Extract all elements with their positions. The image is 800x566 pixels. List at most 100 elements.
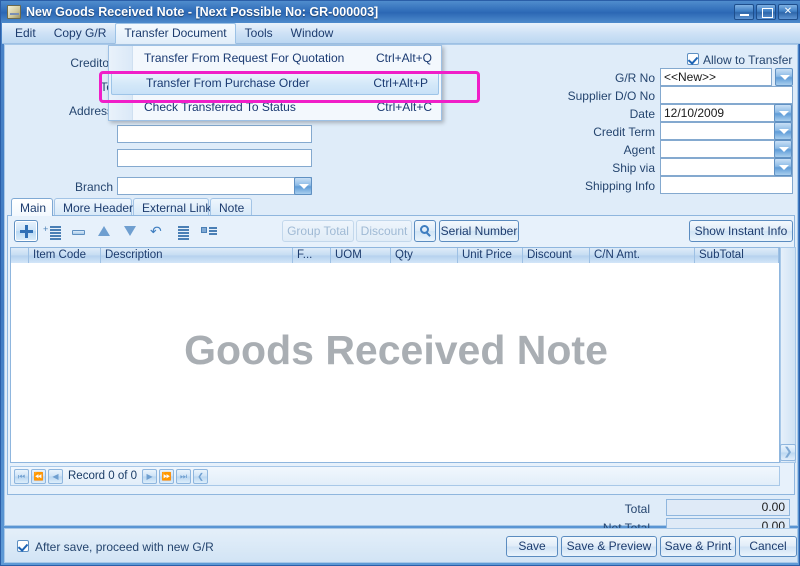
- minimize-button[interactable]: [734, 4, 754, 20]
- menu-item-transfer-document[interactable]: Transfer Document: [115, 22, 236, 44]
- label-to: To: [100, 80, 113, 94]
- menu-item-edit[interactable]: Edit: [6, 23, 45, 43]
- grid-body[interactable]: Goods Received Note: [10, 263, 780, 463]
- insert-row-button[interactable]: +: [40, 220, 64, 242]
- menu-item-tools[interactable]: Tools: [236, 23, 282, 43]
- nav-last-button[interactable]: ⏭: [176, 468, 192, 484]
- menu-item-transfer-from-purchase-order-shortcut: Ctrl+Alt+P: [373, 76, 428, 90]
- total-value: 0.00: [666, 499, 790, 516]
- address-line-3-input[interactable]: [117, 149, 312, 167]
- grid-col-uom[interactable]: UOM: [331, 248, 391, 263]
- label-date: Date: [629, 107, 655, 121]
- grid-col-item-code[interactable]: Item Code: [29, 248, 101, 263]
- label-branch: Branch: [74, 180, 113, 194]
- allow-to-transfer-label: Allow to Transfer: [703, 53, 793, 67]
- grid-expand-button[interactable]: ❯: [780, 444, 796, 461]
- window-title: New Goods Received Note - [Next Possible…: [26, 5, 379, 19]
- group-total-button[interactable]: Group Total: [282, 220, 354, 242]
- grid-right-rail[interactable]: [780, 247, 796, 463]
- date-dropdown-arrow[interactable]: [774, 104, 792, 122]
- agent-dropdown-arrow[interactable]: [774, 140, 792, 158]
- show-instant-info-button[interactable]: Show Instant Info: [689, 220, 793, 242]
- grid-col-indicator: [11, 248, 29, 263]
- close-button[interactable]: ✕: [778, 4, 798, 20]
- move-down-button[interactable]: [118, 220, 142, 242]
- arrow-up-icon: [98, 226, 110, 236]
- bottom-action-bar: After save, proceed with new G/R Save Sa…: [4, 528, 798, 563]
- menu-item-transfer-from-rfq[interactable]: Transfer From Request For Quotation Ctrl…: [110, 48, 442, 71]
- cancel-button[interactable]: Cancel: [739, 536, 797, 557]
- shipping-info-input[interactable]: [660, 176, 793, 194]
- nav-prev-page-button[interactable]: ⏪: [31, 468, 46, 484]
- save-button[interactable]: Save: [506, 536, 558, 557]
- insert-row-lines-icon: [50, 226, 61, 240]
- tab-note[interactable]: Note: [210, 198, 252, 216]
- tab-more-header[interactable]: More Header: [54, 198, 133, 216]
- add-row-button[interactable]: [14, 220, 38, 242]
- window-controls: ✕: [734, 4, 798, 20]
- undo-button[interactable]: ↶: [144, 220, 168, 242]
- undo-icon: ↶: [150, 224, 162, 240]
- address-line-2-input[interactable]: [117, 125, 312, 143]
- label-address: Address: [68, 104, 113, 118]
- label-ship-via: Ship via: [612, 161, 655, 175]
- menu-item-transfer-from-purchase-order[interactable]: Transfer From Purchase Order Ctrl+Alt+P: [111, 72, 439, 95]
- label-supplier-do-no: Supplier D/O No: [567, 89, 655, 103]
- nav-collapse-button[interactable]: ❮: [193, 468, 209, 484]
- detail-button[interactable]: [196, 220, 220, 242]
- label-gr-no: G/R No: [614, 71, 655, 85]
- tab-external-link[interactable]: External Link: [133, 198, 211, 216]
- gr-no-input[interactable]: <<New>>: [660, 68, 772, 86]
- application-window: New Goods Received Note - [Next Possible…: [0, 0, 800, 566]
- arrow-down-icon: [124, 226, 136, 236]
- detail-grid-panel: + ↶ Group Total Discount Serial Number S…: [7, 215, 796, 495]
- allow-to-transfer-checkbox[interactable]: [687, 53, 699, 65]
- delete-row-button[interactable]: [66, 220, 90, 242]
- detail-view-icon: [201, 227, 207, 233]
- gr-no-dropdown-arrow[interactable]: [775, 68, 793, 86]
- grid-header-row: Item Code Description F... UOM Qty Unit …: [10, 247, 780, 264]
- menu-item-transfer-from-rfq-label: Transfer From Request For Quotation: [144, 51, 345, 65]
- grid-col-description[interactable]: Description: [101, 248, 293, 263]
- credit-term-dropdown-arrow[interactable]: [774, 122, 792, 140]
- discount-button[interactable]: Discount: [356, 220, 412, 242]
- nav-first-button[interactable]: ⏮: [14, 468, 29, 484]
- tab-main[interactable]: Main: [11, 198, 53, 216]
- grid-col-discount[interactable]: Discount: [523, 248, 590, 263]
- search-button[interactable]: [414, 220, 436, 242]
- label-total: Total: [624, 502, 650, 516]
- nav-prev-button[interactable]: ◀: [48, 468, 63, 484]
- transfer-document-dropdown-menu: Transfer From Request For Quotation Ctrl…: [108, 45, 442, 121]
- nav-next-page-button[interactable]: ⏩: [159, 468, 175, 484]
- ship-via-dropdown-arrow[interactable]: [774, 158, 792, 176]
- move-up-button[interactable]: [92, 220, 116, 242]
- menu-item-check-transferred-to-status[interactable]: Check Transferred To Status Ctrl+Alt+C: [110, 97, 442, 120]
- label-creditor: Creditor: [70, 56, 113, 70]
- search-icon: [420, 225, 429, 234]
- save-and-print-button[interactable]: Save & Print: [660, 536, 736, 557]
- menu-item-window[interactable]: Window: [282, 23, 343, 43]
- list-indent-icon: [178, 226, 189, 240]
- minus-icon: [72, 230, 85, 235]
- maximize-button[interactable]: [756, 4, 776, 20]
- menu-item-copy-gr[interactable]: Copy G/R: [45, 23, 116, 43]
- serial-number-button[interactable]: Serial Number: [439, 220, 519, 242]
- supplier-do-no-input[interactable]: [660, 86, 793, 104]
- label-shipping-info: Shipping Info: [584, 179, 655, 193]
- title-bar[interactable]: New Goods Received Note - [Next Possible…: [1, 1, 800, 23]
- save-and-preview-button[interactable]: Save & Preview: [561, 536, 657, 557]
- grid-col-f[interactable]: F...: [293, 248, 331, 263]
- after-save-checkbox[interactable]: [17, 540, 29, 552]
- branch-input[interactable]: [117, 177, 312, 195]
- insert-row-icon: +: [43, 224, 49, 234]
- grid-col-cn-amt[interactable]: C/N Amt.: [590, 248, 695, 263]
- grid-col-subtotal[interactable]: SubTotal: [695, 248, 779, 263]
- indent-button[interactable]: [170, 220, 194, 242]
- nav-next-button[interactable]: ▶: [142, 468, 158, 484]
- branch-dropdown-arrow[interactable]: [294, 177, 312, 195]
- record-navigator: ⏮ ⏪ ◀ Record 0 of 0 ▶ ⏩ ⏭ ❮: [10, 466, 780, 486]
- tab-strip: Main More Header External Link Note: [7, 198, 795, 216]
- grid-col-qty[interactable]: Qty: [391, 248, 458, 263]
- label-agent: Agent: [623, 143, 655, 157]
- grid-col-unit-price[interactable]: Unit Price: [458, 248, 523, 263]
